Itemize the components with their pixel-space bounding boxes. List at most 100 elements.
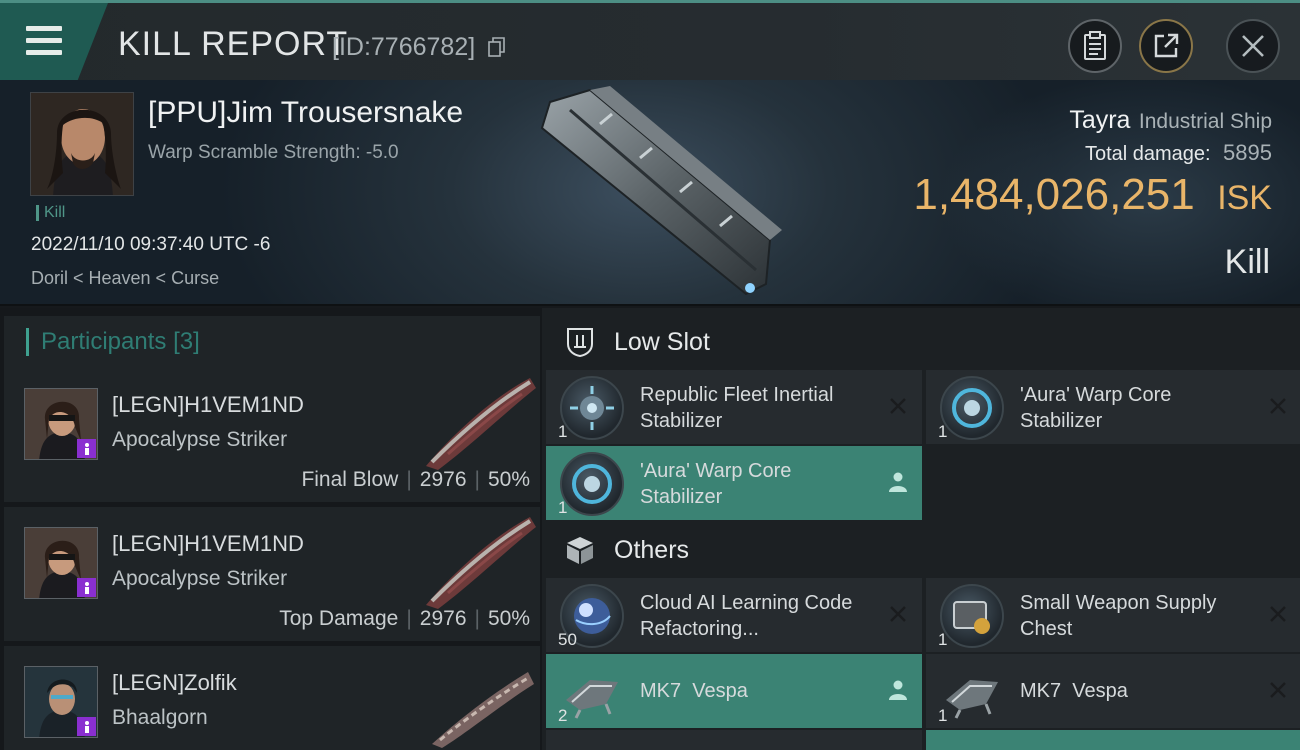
participant-percent: 50% [487,607,530,630]
menu-icon-bar [26,38,62,43]
low-slot-title: Low Slot [614,327,710,356]
item-quantity: 50 [558,630,577,649]
item-name: Small Weapon Supply Chest [1020,592,1217,640]
participants-count: [3] [173,328,200,355]
item-quantity: 1 [938,630,948,649]
participant-ship-image [432,672,534,748]
result-type: Kill [1224,243,1270,281]
item-card[interactable]: 1 'Aura' Warp Core Stabilizer [926,370,1300,444]
others-header: Others [542,522,1300,578]
report-id: [ID:7766782] [332,33,476,61]
item-quantity: 1 [938,706,948,725]
participant-row[interactable]: [LEGN]Zolfik Bhaalgorn [4,646,540,750]
participant-stats: Final Blow | 2976 | 50% [301,468,530,492]
close-button[interactable] [1226,19,1280,73]
low-slot-header: Low Slot [542,314,1300,370]
destroyed-icon [1270,682,1286,698]
participant-ship-image [426,517,536,609]
title-bar: KILL REPORT [ID:7766782] [0,0,1300,80]
item-card[interactable]: 1 Small Weapon Supply Chest [926,578,1300,652]
dropped-person-icon [889,472,907,492]
others-title: Others [614,535,690,564]
participants-title: Participants [3] [26,328,200,356]
ship-name[interactable]: Tayra [1069,106,1130,134]
ship-class: Industrial Ship [1138,110,1272,133]
item-name: 'Aura' Warp Core Stabilizer [640,460,792,508]
total-damage-label: Total damage: [1084,143,1211,165]
destroyed-icon [1270,606,1286,622]
clipboard-icon [1084,31,1106,60]
warp-core-stabilizer-icon [560,452,624,516]
kill-summary-banner: [PPU]Jim Trousersnake Warp Scramble Stre… [0,80,1300,306]
participants-title-label: Participants [41,328,167,355]
item-card-partial[interactable] [926,730,1300,750]
share-button[interactable] [1139,19,1193,73]
participant-ship-image [426,378,536,470]
item-name: 'Aura' Warp Core Stabilizer [1020,384,1172,432]
separator: | [406,607,412,630]
copy-icon[interactable] [488,37,506,57]
item-name: Republic Fleet Inertial Stabilizer [640,384,834,432]
menu-icon-bar [26,50,62,55]
participant-avatar [24,666,98,738]
item-name: MK7 Vespa [1020,680,1128,702]
isk-value-line: 1,484,026,251 ISK [913,170,1272,220]
item-card[interactable]: 1 'Aura' Warp Core Stabilizer [546,446,922,520]
kill-timestamp: 2022/11/10 09:37:40 UTC -6 [31,234,271,255]
menu-icon [26,26,62,31]
item-card[interactable]: 2 MK7 Vespa [546,654,922,728]
participant-ship: Bhaalgorn [112,706,208,729]
item-card[interactable]: 1 Republic Fleet Inertial Stabilizer [546,370,922,444]
kill-location[interactable]: Doril < Heaven < Curse [31,268,219,289]
participant-damage: 2976 [419,607,467,630]
participant-role: Top Damage [279,607,399,630]
item-name: Cloud AI Learning Code Refactoring... [640,592,853,640]
clipboard-button[interactable] [1068,19,1122,73]
warp-core-stabilizer-icon [940,376,1004,440]
destroyed-icon [890,606,906,622]
page-title: KILL REPORT [118,25,349,63]
dropped-person-icon [889,680,907,700]
inertial-stabilizer-icon [560,376,624,440]
participant-name[interactable]: [LEGN]H1VEM1ND [112,531,304,557]
total-damage: Total damage: 5895 [1085,140,1272,166]
item-quantity: 1 [938,422,948,441]
victim-portrait[interactable] [30,92,134,196]
menu-button[interactable] [0,3,108,80]
item-card[interactable]: 50 Cloud AI Learning Code Refactoring... [546,578,922,652]
corp-badge-icon [77,578,96,597]
participant-role: Final Blow [301,468,399,491]
corp-badge-icon [77,439,96,458]
participant-damage: 2976 [419,468,467,491]
separator: | [474,607,480,630]
pilot-portrait-image [31,93,133,195]
drone-icon [560,660,624,724]
participant-name[interactable]: [LEGN]H1VEM1ND [112,392,304,418]
isk-unit: ISK [1217,179,1272,217]
pilot-name[interactable]: [PPU]Jim Trousersnake [148,96,463,130]
low-slot-icon [567,328,593,358]
item-name: MK7 Vespa [640,680,748,702]
participant-ship: Apocalypse Striker [112,428,288,451]
separator: | [406,468,412,491]
item-quantity: 1 [558,422,568,441]
item-card[interactable]: 1 MK7 Vespa [926,654,1300,728]
item-quantity: 1 [558,498,568,517]
item-card-partial[interactable] [546,730,922,750]
kill-tag: Kill [36,205,65,221]
participant-row[interactable]: [LEGN]H1VEM1ND Apocalypse Striker Top Da… [4,507,540,641]
supply-chest-icon [940,584,1004,648]
destroyed-icon [1270,398,1286,414]
victim-ship-line: Tayra Industrial Ship [1069,106,1272,135]
drone-icon [940,660,1004,724]
total-damage-value: 5895 [1223,140,1272,165]
participant-ship: Apocalypse Striker [112,567,288,590]
participant-row[interactable]: [LEGN]H1VEM1ND Apocalypse Striker Final … [4,368,540,502]
participants-panel: Participants [3] [LEGN]H1VEM1ND Apocalyp… [0,308,542,750]
isk-value: 1,484,026,251 [913,170,1195,219]
participant-name[interactable]: [LEGN]Zolfik [112,670,237,696]
participant-avatar [24,388,98,460]
separator: | [474,468,480,491]
victim-ship-image [540,86,782,296]
participant-avatar [24,527,98,599]
